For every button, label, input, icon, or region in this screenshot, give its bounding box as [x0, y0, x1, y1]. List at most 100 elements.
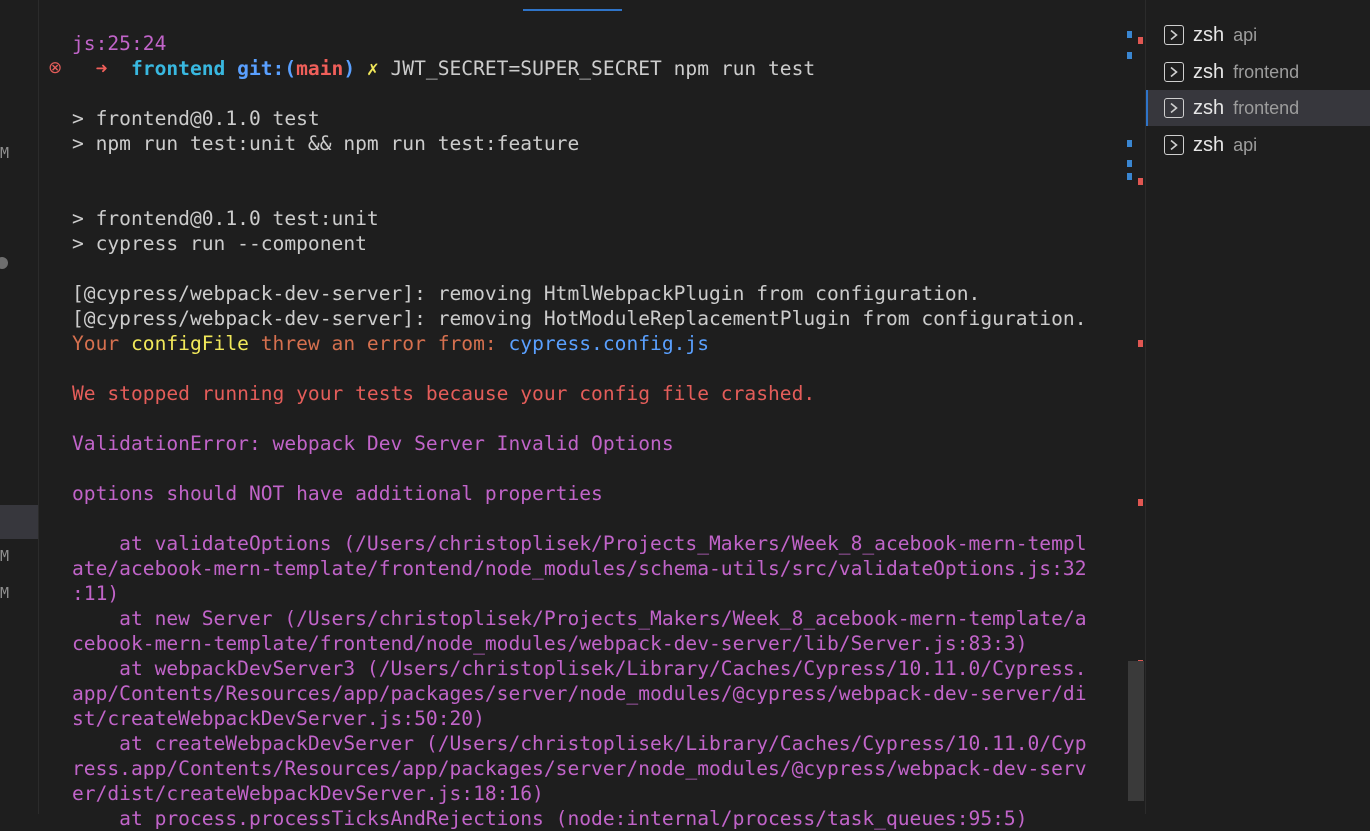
terminal-text: Your — [72, 332, 131, 355]
terminal-list-item[interactable]: zsh api — [1146, 127, 1370, 163]
modified-marker: M — [0, 144, 10, 162]
ruler-marker — [1138, 178, 1143, 185]
terminal-text: :11) — [72, 582, 120, 605]
terminal-list-panel: zsh api zsh frontend zsh frontend zsh api — [1145, 0, 1370, 814]
terminal-line: at new Server (/Users/christoplisek/Proj… — [72, 606, 1124, 631]
terminal-line: > cypress run --component — [72, 231, 1124, 256]
terminal-text: at createWebpackDevServer (/Users/christ… — [72, 732, 1087, 755]
terminal-text: at new Server (/Users/christoplisek/Proj… — [72, 607, 1087, 630]
terminal-list-item[interactable]: zsh frontend — [1146, 90, 1370, 126]
terminal-line: > frontend@0.1.0 test — [72, 106, 1124, 131]
terminal-description: api — [1233, 24, 1258, 45]
terminal-text: at validateOptions (/Users/christoplisek… — [72, 532, 1087, 555]
terminal-text: JWT_SECRET=SUPER_SECRET npm run test — [390, 57, 816, 80]
ruler-marker — [1127, 173, 1132, 180]
terminal-scrollbar-thumb[interactable] — [1128, 661, 1144, 801]
terminal-list-item[interactable]: zsh api — [1146, 17, 1370, 53]
terminal-line: at createWebpackDevServer (/Users/christ… — [72, 731, 1124, 756]
terminal-line: st/createWebpackDevServer.js:50:20) — [72, 706, 1124, 731]
terminal-text: options should NOT have additional prope… — [72, 482, 603, 505]
terminal-line: :11) — [72, 581, 1124, 606]
terminal-text: We stopped running your tests because yo… — [72, 382, 816, 405]
ruler-marker — [1138, 340, 1143, 347]
terminal-icon — [1164, 62, 1184, 82]
terminal-line: options should NOT have additional prope… — [72, 481, 1124, 506]
terminal-text: ate/acebook-mern-template/frontend/node_… — [72, 557, 1087, 580]
terminal-line: cebook-mern-template/frontend/node_modul… — [72, 631, 1124, 656]
terminal-text: > npm run test:unit && npm run test:feat… — [72, 132, 580, 155]
modified-marker: M — [0, 584, 10, 602]
terminal-text: ress.app/Contents/Resources/app/packages… — [72, 757, 1087, 780]
terminal-line: er/dist/createWebpackDevServer.js:18:16) — [72, 781, 1124, 806]
terminal-line: [@cypress/webpack-dev-server]: removing … — [72, 306, 1124, 331]
terminal-text: cebook-mern-template/frontend/node_modul… — [72, 632, 1028, 655]
selected-row-highlight — [0, 505, 38, 539]
error-circle-icon: ⊗ — [48, 58, 63, 78]
terminal-text: ValidationError: webpack Dev Server Inva… — [72, 432, 674, 455]
terminal-icon — [1164, 25, 1184, 45]
terminal-text: configFile — [130, 332, 249, 355]
terminal-text: er/dist/createWebpackDevServer.js:18:16) — [72, 782, 544, 805]
terminal-line: app/Contents/Resources/app/packages/serv… — [72, 681, 1124, 706]
terminal-text: ➜ — [95, 57, 131, 80]
terminal-line: > npm run test:unit && npm run test:feat… — [72, 131, 1124, 156]
terminal-line: ress.app/Contents/Resources/app/packages… — [72, 756, 1124, 781]
terminal-line: js:25:24 — [72, 31, 1124, 56]
ruler-marker — [1127, 31, 1132, 38]
ruler-marker — [1138, 37, 1143, 44]
terminal-icon — [1164, 135, 1184, 155]
terminal-text: js:25:24 — [72, 32, 167, 55]
terminal-text: frontend — [130, 57, 238, 80]
terminal-text: st/createWebpackDevServer.js:50:20) — [72, 707, 485, 730]
terminal-line: at validateOptions (/Users/christoplisek… — [72, 531, 1124, 556]
terminal-output[interactable]: js:25:24 ➜ frontend git:(main) ✗ JWT_SEC… — [72, 31, 1124, 831]
terminal-line: at webpackDevServer3 (/Users/christoplis… — [72, 656, 1124, 681]
terminal-text: ) — [343, 57, 367, 80]
terminal-line: ValidationError: webpack Dev Server Inva… — [72, 431, 1124, 456]
ruler-marker — [1127, 160, 1132, 167]
terminal-line: Your configFile threw an error from: cyp… — [72, 331, 1124, 356]
terminal-text: cypress.config.js — [508, 332, 710, 355]
modified-marker: M — [0, 547, 10, 565]
terminal-text: main — [296, 57, 344, 80]
ruler-marker — [1138, 499, 1143, 506]
terminal-line: ➜ frontend git:(main) ✗ JWT_SECRET=SUPER… — [72, 56, 1124, 81]
terminal-shell-name: zsh — [1193, 23, 1225, 46]
terminal-text: > cypress run --component — [72, 232, 367, 255]
terminal-description: api — [1233, 134, 1258, 155]
terminal-line: at process.processTicksAndRejections (no… — [72, 806, 1124, 831]
terminal-text: > frontend@0.1.0 test:unit — [72, 207, 379, 230]
terminal-description: frontend — [1233, 97, 1300, 118]
terminal-text: > frontend@0.1.0 test — [72, 107, 320, 130]
terminal-list-item[interactable]: zsh frontend — [1146, 54, 1370, 90]
terminal-text: [@cypress/webpack-dev-server]: removing … — [72, 307, 1087, 330]
terminal-line: [@cypress/webpack-dev-server]: removing … — [72, 281, 1124, 306]
terminal-text: app/Contents/Resources/app/packages/serv… — [72, 682, 1087, 705]
terminal-text: [@cypress/webpack-dev-server]: removing … — [72, 282, 981, 305]
terminal-text: threw an error from: — [248, 332, 509, 355]
terminal-line: ate/acebook-mern-template/frontend/node_… — [72, 556, 1124, 581]
ruler-marker — [1127, 52, 1132, 59]
terminal-shell-name: zsh — [1193, 60, 1225, 83]
terminal-text: at process.processTicksAndRejections (no… — [72, 807, 1028, 830]
ruler-marker — [1127, 140, 1132, 147]
terminal-shell-name: zsh — [1193, 96, 1225, 119]
terminal-icon — [1164, 98, 1184, 118]
editor-gutter: M M M — [0, 0, 39, 814]
status-dot — [0, 257, 8, 269]
terminal-shell-name: zsh — [1193, 133, 1225, 156]
terminal-line: We stopped running your tests because yo… — [72, 381, 1124, 406]
terminal-text: ✗ — [366, 57, 391, 80]
terminal-line: > frontend@0.1.0 test:unit — [72, 206, 1124, 231]
terminal-text: git:( — [237, 57, 297, 80]
terminal-text: at webpackDevServer3 (/Users/christoplis… — [72, 657, 1087, 680]
